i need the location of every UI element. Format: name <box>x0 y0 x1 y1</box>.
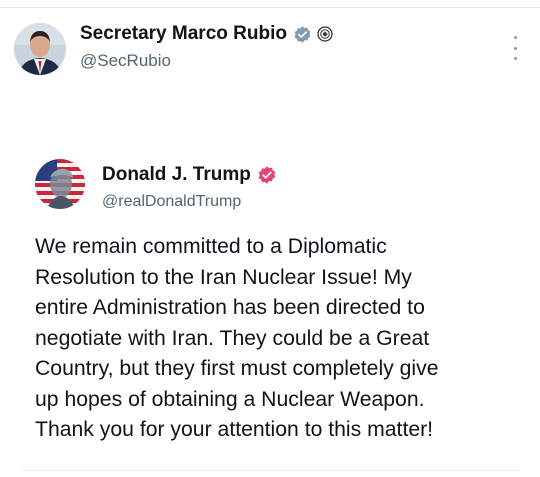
top-divider <box>0 7 540 8</box>
verified-badge-icon <box>293 25 312 44</box>
more-options-icon[interactable] <box>508 36 522 60</box>
author-avatar[interactable] <box>14 23 66 75</box>
quoted-author-name-text: Donald J. Trump <box>102 164 251 185</box>
verified-badge-icon <box>257 165 277 185</box>
government-seal-icon <box>317 26 333 42</box>
post-header: Secretary Marco Rubio @SecRubio <box>14 22 526 78</box>
quoted-post-text: We remain committed to a Diplomatic Reso… <box>35 235 439 441</box>
author-handle[interactable]: @SecRubio <box>80 51 171 71</box>
author-name-text: Secretary Marco Rubio <box>80 23 287 44</box>
quoted-author-handle[interactable]: @realDonaldTrump <box>102 193 241 211</box>
quoted-author-name[interactable]: Donald J. Trump <box>102 164 277 186</box>
quoted-post-card[interactable]: Donald J. Trump @realDonaldTrump We rema… <box>14 140 526 441</box>
quoted-author-avatar[interactable] <box>35 159 85 209</box>
bottom-divider <box>20 470 520 471</box>
author-name[interactable]: Secretary Marco Rubio <box>80 23 333 45</box>
